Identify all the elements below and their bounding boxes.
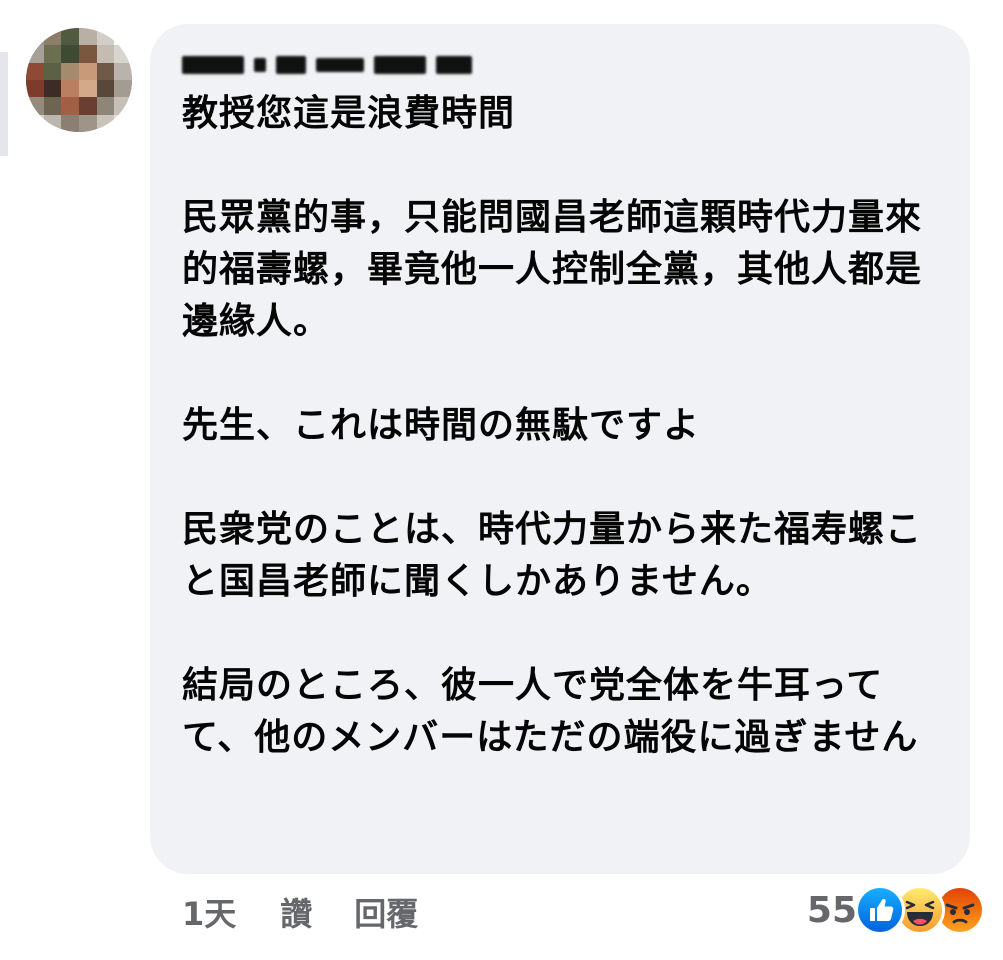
timestamp-link[interactable]: 1天 [182, 889, 236, 935]
reply-button[interactable]: 回覆 [354, 889, 418, 935]
comment-text: 教授您這是浪費時間 民眾黨的事，只能問國昌老師這顆時代力量來的福壽螺，畢竟他一人… [182, 88, 952, 764]
comment-paragraph: 先生、これは時間の無駄ですよ [182, 405, 701, 446]
comment-paragraph: 結局のところ、彼一人で党全体を牛耳ってて、他のメンバーはただの端役に過ぎません [182, 665, 919, 758]
comment-paragraph: 教授您這是浪費時間 [182, 93, 516, 134]
like-icon [855, 885, 905, 935]
comment-paragraph: 民眾黨的事，只能問國昌老師這顆時代力量來的福壽螺，畢竟他一人控制全黨，其他人都是… [182, 197, 923, 342]
author-name-redacted[interactable] [182, 54, 472, 76]
comment-paragraph: 民衆党のことは、時代力量から来た福寿螺こと国昌老師に聞くしかありません。 [182, 509, 923, 602]
adjacent-panel-edge [0, 52, 8, 156]
like-button[interactable]: 讚 [280, 889, 312, 935]
reaction-count: 55 [806, 889, 857, 931]
comment-actions: 1天 讚 回覆 [182, 888, 460, 936]
reactions-summary[interactable]: 55 [807, 884, 985, 936]
avatar[interactable] [26, 28, 132, 132]
